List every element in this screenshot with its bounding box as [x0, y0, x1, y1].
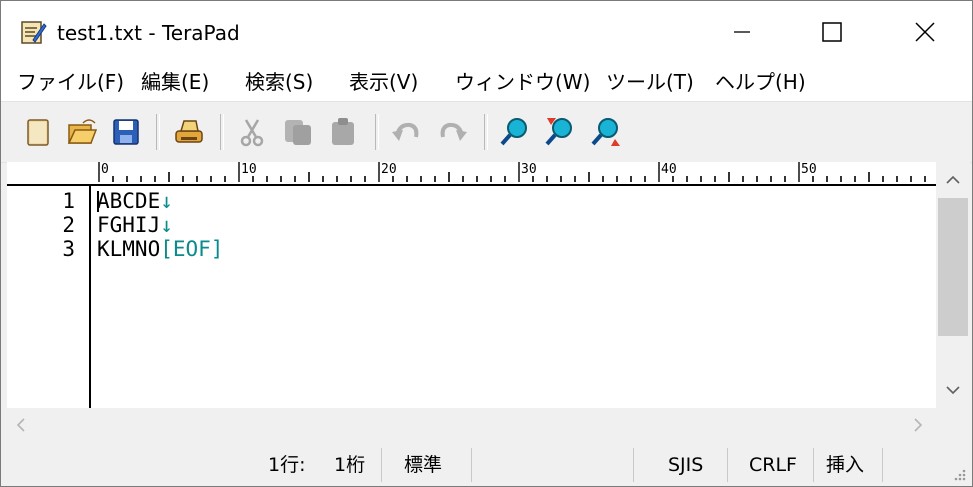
- horizontal-scrollbar[interactable]: [7, 408, 936, 440]
- line-number: 1: [62, 189, 75, 213]
- undo-icon[interactable]: [389, 115, 423, 149]
- minimize-icon: [734, 31, 750, 33]
- status-separator: [813, 448, 814, 482]
- window-title: test1.txt - TeraPad: [57, 21, 240, 45]
- status-separator: [882, 448, 883, 482]
- redo-icon[interactable]: [436, 115, 470, 149]
- cut-icon[interactable]: [235, 115, 269, 149]
- status-mode: 標準: [404, 454, 443, 476]
- ruler-label: 10: [241, 162, 257, 177]
- text-editor[interactable]: 1 ABCDE↓ 2 FGHIJ↓ 3 KLMNO[EOF]: [7, 186, 936, 408]
- ruler-label: 50: [801, 162, 817, 177]
- search-icon[interactable]: [498, 115, 532, 149]
- ruler-ticks: [98, 162, 926, 182]
- line-text[interactable]: ABCDE: [97, 189, 160, 213]
- line-number-gutter-divider: [89, 186, 91, 408]
- ruler-label: 40: [661, 162, 677, 177]
- copy-icon[interactable]: [281, 115, 315, 149]
- scroll-right-icon[interactable]: [912, 417, 924, 433]
- new-file-icon[interactable]: [21, 115, 55, 149]
- search-prev-icon[interactable]: [543, 115, 577, 149]
- toolbar-separator: [484, 114, 488, 150]
- scrollbar-corner: [936, 408, 970, 440]
- menu-window[interactable]: ウィンドウ(W): [455, 67, 590, 97]
- toolbar-separator: [220, 114, 224, 150]
- status-separator: [381, 448, 382, 482]
- toolbar: [1, 101, 972, 163]
- line-number: 2: [62, 213, 75, 237]
- minimize-button[interactable]: [712, 1, 772, 63]
- status-insert-mode: 挿入: [826, 454, 865, 476]
- status-column: 1桁: [334, 454, 366, 476]
- column-ruler: 0 10 20 30 40 50: [7, 162, 969, 186]
- toolbar-separator: [156, 114, 160, 150]
- scroll-down-icon[interactable]: [945, 384, 961, 396]
- status-line: 1行:: [268, 454, 306, 476]
- resize-grip-icon[interactable]: [951, 466, 967, 482]
- text-line[interactable]: FGHIJ↓: [97, 213, 173, 237]
- menu-bar: ファイル(F) 編集(E) 検索(S) 表示(V) ウィンドウ(W) ツール(T…: [1, 63, 972, 101]
- menu-edit[interactable]: 編集(E): [141, 67, 209, 97]
- menu-search[interactable]: 検索(S): [245, 67, 313, 97]
- menu-view[interactable]: 表示(V): [349, 67, 418, 97]
- text-line[interactable]: KLMNO[EOF]: [97, 237, 223, 261]
- ruler-label: 20: [381, 162, 397, 177]
- line-number: 3: [62, 237, 75, 261]
- scroll-left-icon[interactable]: [15, 417, 27, 433]
- newline-marker: ↓: [160, 189, 173, 213]
- status-separator: [727, 448, 728, 482]
- save-icon[interactable]: [109, 115, 143, 149]
- vertical-scroll-thumb[interactable]: [938, 198, 968, 336]
- ruler-label: 0: [101, 162, 109, 177]
- paste-icon[interactable]: [327, 115, 361, 149]
- status-newline: CRLF: [749, 454, 797, 476]
- maximize-button[interactable]: [802, 1, 862, 63]
- menu-file[interactable]: ファイル(F): [17, 67, 124, 97]
- status-separator: [471, 448, 472, 482]
- newline-marker: ↓: [160, 213, 173, 237]
- close-icon: [915, 22, 935, 42]
- line-text[interactable]: FGHIJ: [97, 213, 160, 237]
- app-window: test1.txt - TeraPad ファイル(F) 編集(E) 検索(S) …: [0, 0, 973, 487]
- toolbar-separator: [375, 114, 379, 150]
- status-encoding: SJIS: [668, 454, 704, 476]
- terapad-app-icon: [21, 21, 47, 44]
- close-button[interactable]: [895, 1, 955, 63]
- print-icon[interactable]: [172, 115, 206, 149]
- open-folder-icon[interactable]: [65, 115, 99, 149]
- status-bar: 1行: 1桁 標準 SJIS CRLF 挿入: [1, 442, 972, 486]
- text-line[interactable]: ABCDE↓: [97, 189, 173, 213]
- scroll-up-icon[interactable]: [945, 174, 961, 186]
- maximize-icon: [822, 22, 842, 42]
- search-next-icon[interactable]: [589, 115, 623, 149]
- text-cursor: [97, 191, 99, 212]
- vertical-scrollbar[interactable]: [936, 162, 970, 408]
- title-bar[interactable]: test1.txt - TeraPad: [1, 1, 972, 63]
- eof-marker: [EOF]: [160, 237, 224, 261]
- line-text[interactable]: KLMNO: [97, 237, 160, 261]
- ruler-label: 30: [521, 162, 537, 177]
- menu-help[interactable]: ヘルプ(H): [715, 67, 806, 97]
- status-separator: [633, 448, 634, 482]
- menu-tools[interactable]: ツール(T): [606, 67, 694, 97]
